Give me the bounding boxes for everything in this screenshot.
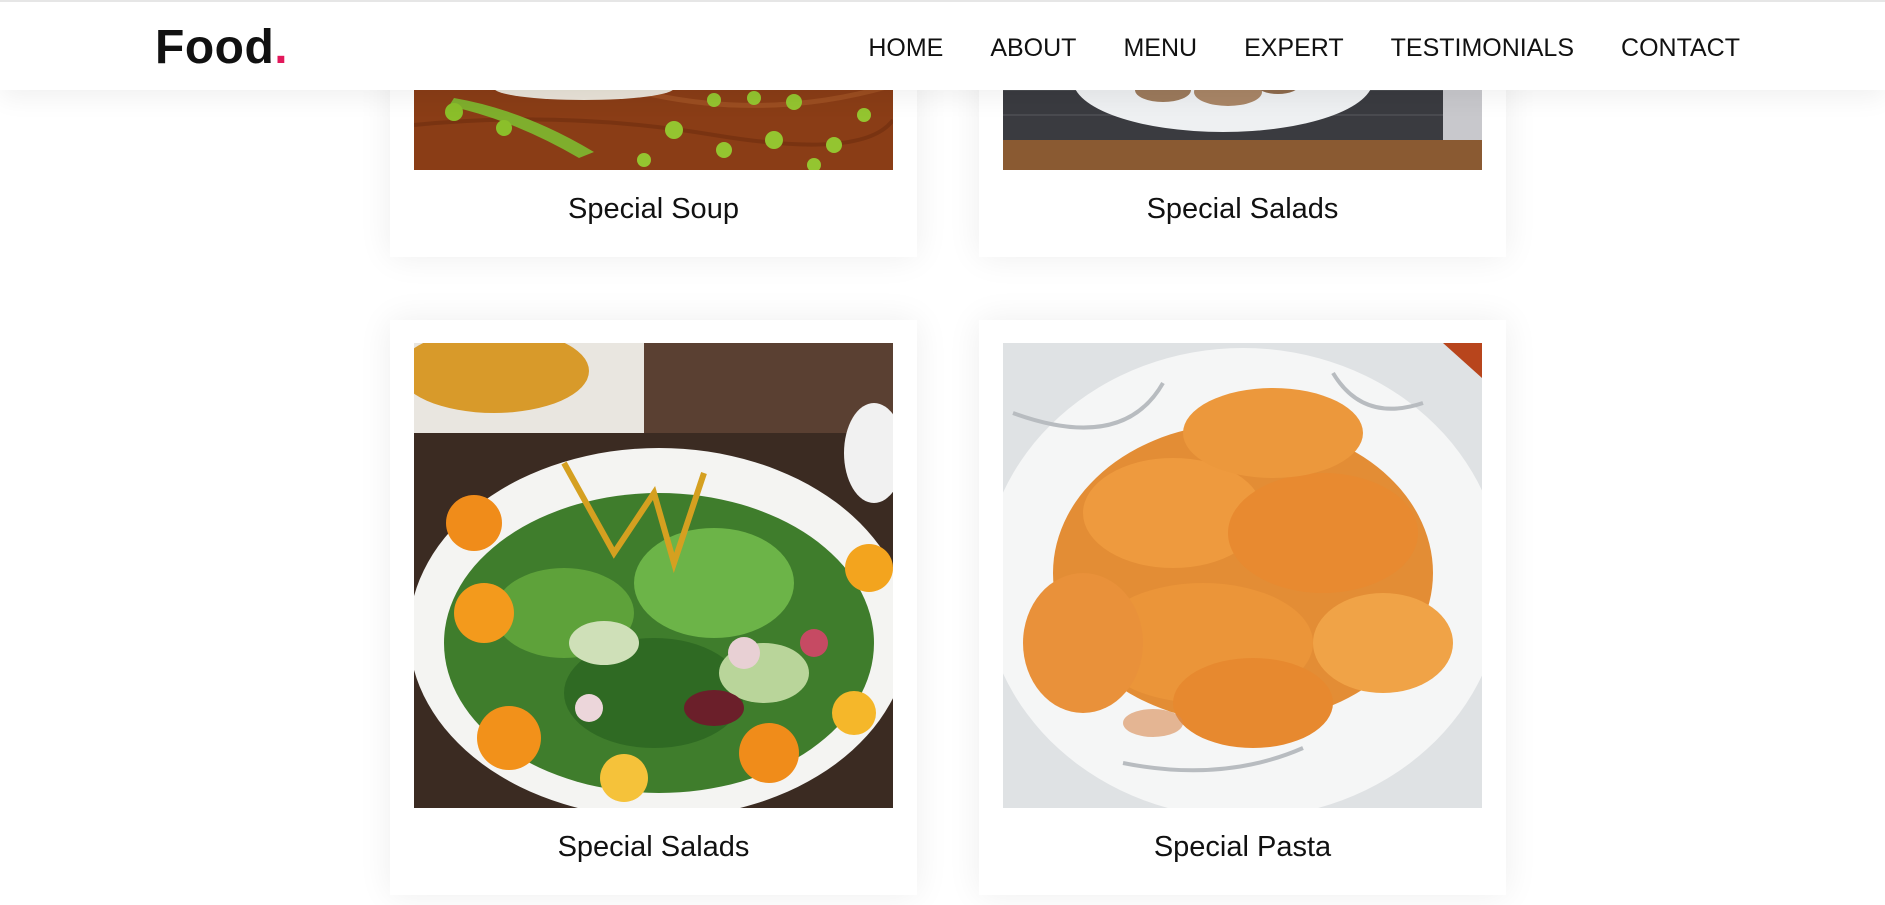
- menu-card-title: Special Pasta: [1153, 831, 1332, 863]
- navbar: Food. HOME ABOUT MENU EXPERT TESTIMONIAL…: [0, 0, 1885, 90]
- logo[interactable]: Food.: [155, 20, 288, 76]
- nav-menu-link[interactable]: MENU: [1123, 33, 1197, 63]
- nav-about-link[interactable]: ABOUT: [990, 33, 1076, 63]
- logo-dot: .: [274, 21, 289, 74]
- menu-card-title: Special Soup: [568, 193, 739, 225]
- menu-card-image: [1003, 343, 1482, 808]
- nav-home-link[interactable]: HOME: [868, 33, 943, 63]
- menu-card-image: [414, 343, 893, 808]
- nav-contact-link[interactable]: CONTACT: [1621, 33, 1740, 63]
- menu-card-title: Special Salads: [1146, 193, 1339, 225]
- menu-card-pasta[interactable]: Special Pasta: [979, 320, 1506, 895]
- menu-card-salads[interactable]: Special Salads: [390, 320, 917, 895]
- logo-text: Food: [155, 21, 275, 74]
- menu-card-title: Special Salads: [557, 831, 750, 863]
- fusilli-pasta-photo: [1003, 343, 1482, 808]
- main-nav: HOME ABOUT MENU EXPERT TESTIMONIALS CONT…: [868, 33, 1740, 63]
- salad-bowl-photo: [414, 343, 893, 808]
- nav-expert-link[interactable]: EXPERT: [1244, 33, 1344, 63]
- nav-testimonials-link[interactable]: TESTIMONIALS: [1391, 33, 1574, 63]
